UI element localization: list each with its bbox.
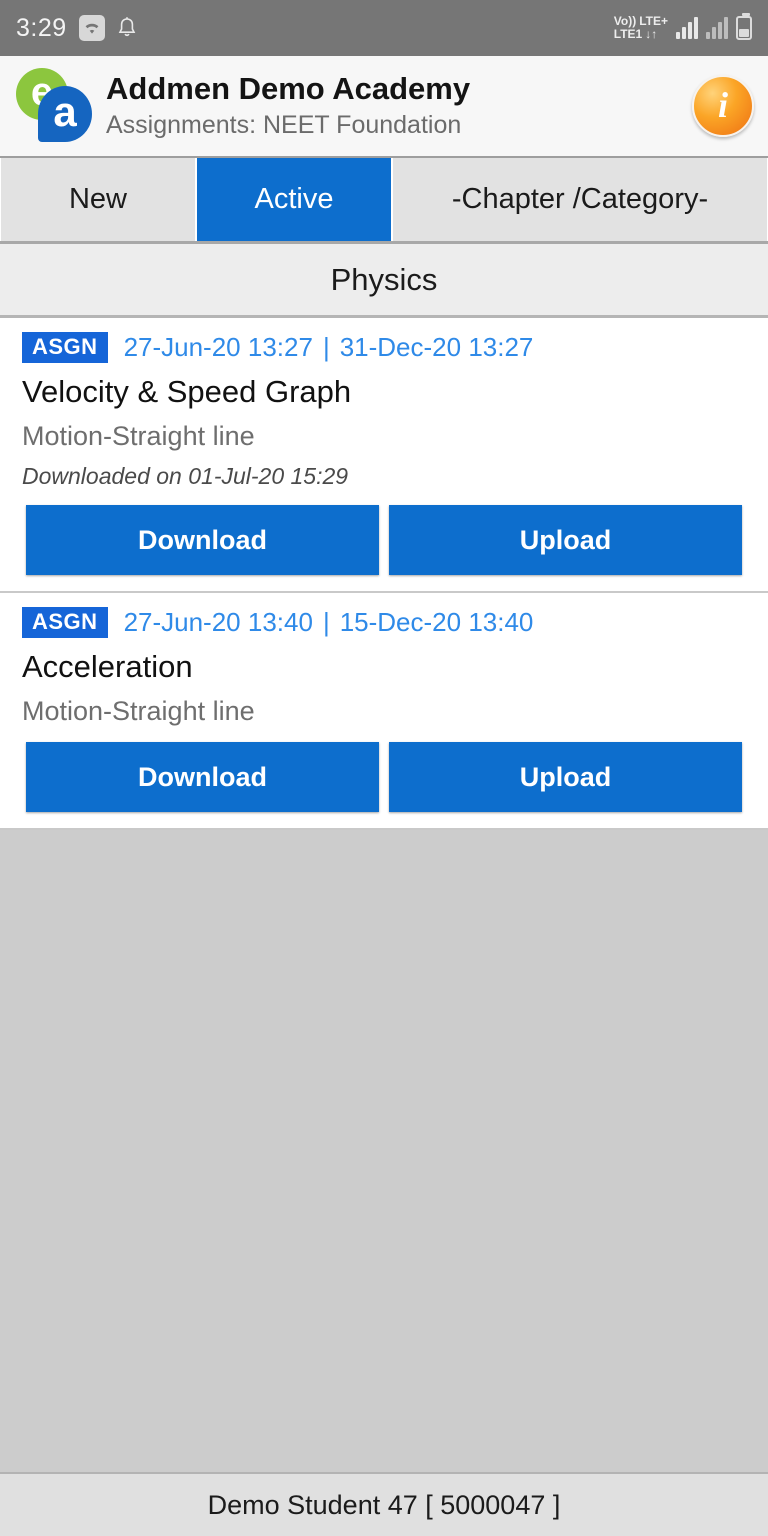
- page-title: Addmen Demo Academy: [106, 71, 471, 106]
- network-indicator: Vo)) LTE+ LTE1 ↓↑: [614, 15, 668, 41]
- status-badge: ASGN: [22, 332, 108, 363]
- status-bar-right: Vo)) LTE+ LTE1 ↓↑: [614, 13, 752, 41]
- tab-bar: New Active -Chapter /Category-: [0, 158, 768, 244]
- download-button[interactable]: Download: [26, 742, 379, 812]
- status-bar-left: 3:29: [16, 14, 137, 43]
- clock-time: 3:29: [16, 13, 67, 42]
- student-footer: Demo Student 47 [ 5000047 ]: [0, 1472, 768, 1536]
- wifi-icon: [78, 15, 105, 41]
- app-header: e a Addmen Demo Academy Assignments: NEE…: [0, 56, 768, 158]
- battery-icon: [736, 13, 752, 40]
- header-titles: Addmen Demo Academy Assignments: NEET Fo…: [106, 70, 470, 142]
- signal-strength-sim2-icon: [706, 17, 728, 39]
- assignment-title: Acceleration: [22, 649, 193, 684]
- assignment-dates: 27-Jun-20 13:40 | 15-Dec-20 13:40: [124, 607, 534, 638]
- subject-header: Physics: [0, 244, 768, 318]
- assignment-title: Velocity & Speed Graph: [22, 374, 352, 409]
- tab-new[interactable]: New: [0, 158, 196, 241]
- assignment-start-date: 27-Jun-20 13:27: [123, 332, 313, 362]
- download-button[interactable]: Download: [26, 505, 379, 575]
- assignment-meta: ASGN 27-Jun-20 13:40 | 15-Dec-20 13:40: [0, 607, 768, 638]
- addmen-logo-icon: e a: [12, 64, 96, 148]
- assignment-end-date: 31-Dec-20 13:27: [339, 332, 534, 362]
- date-separator: |: [322, 607, 330, 637]
- assignment-download-note: Downloaded on 01-Jul-20 15:29: [22, 463, 349, 489]
- notification-bell-icon: [117, 16, 137, 40]
- signal-strength-sim1-icon: [676, 17, 698, 39]
- assignment-chapter: Motion-Straight line: [22, 696, 255, 726]
- info-icon[interactable]: i: [692, 75, 754, 137]
- date-separator: |: [322, 332, 330, 362]
- tab-active[interactable]: Active: [196, 158, 392, 241]
- status-bar: 3:29 Vo)) LTE+ LTE1 ↓↑: [0, 0, 768, 56]
- assignment-actions: Download Upload: [0, 495, 768, 575]
- assignment-actions: Download Upload: [0, 732, 768, 812]
- assignment-end-date: 15-Dec-20 13:40: [339, 607, 534, 637]
- assignment-card[interactable]: ASGN 27-Jun-20 13:40 | 15-Dec-20 13:40 Acc…: [0, 593, 768, 830]
- upload-button[interactable]: Upload: [389, 742, 742, 812]
- data-transfer-arrows-icon: ↓↑: [645, 27, 658, 41]
- upload-button[interactable]: Upload: [389, 505, 742, 575]
- assignment-start-date: 27-Jun-20 13:40: [123, 607, 313, 637]
- page-subtitle: Assignments: NEET Foundation: [106, 111, 462, 139]
- assignment-card[interactable]: ASGN 27-Jun-20 13:27 | 31-Dec-20 13:27 Vel…: [0, 318, 768, 593]
- app-screen: 3:29 Vo)) LTE+ LTE1 ↓↑ e a Addmen Demo A…: [0, 0, 768, 1536]
- assignment-meta: ASGN 27-Jun-20 13:27 | 31-Dec-20 13:27: [0, 332, 768, 363]
- assignment-dates: 27-Jun-20 13:27 | 31-Dec-20 13:27: [124, 332, 534, 363]
- assignment-chapter: Motion-Straight line: [22, 421, 255, 451]
- tab-chapter-category[interactable]: -Chapter /Category-: [392, 158, 768, 241]
- assignment-list: ASGN 27-Jun-20 13:27 | 31-Dec-20 13:27 Vel…: [0, 318, 768, 830]
- logo-letter-a: a: [38, 86, 92, 142]
- empty-content-area: [0, 830, 768, 1472]
- lte1-label: LTE1: [613, 27, 643, 41]
- status-badge: ASGN: [22, 607, 108, 638]
